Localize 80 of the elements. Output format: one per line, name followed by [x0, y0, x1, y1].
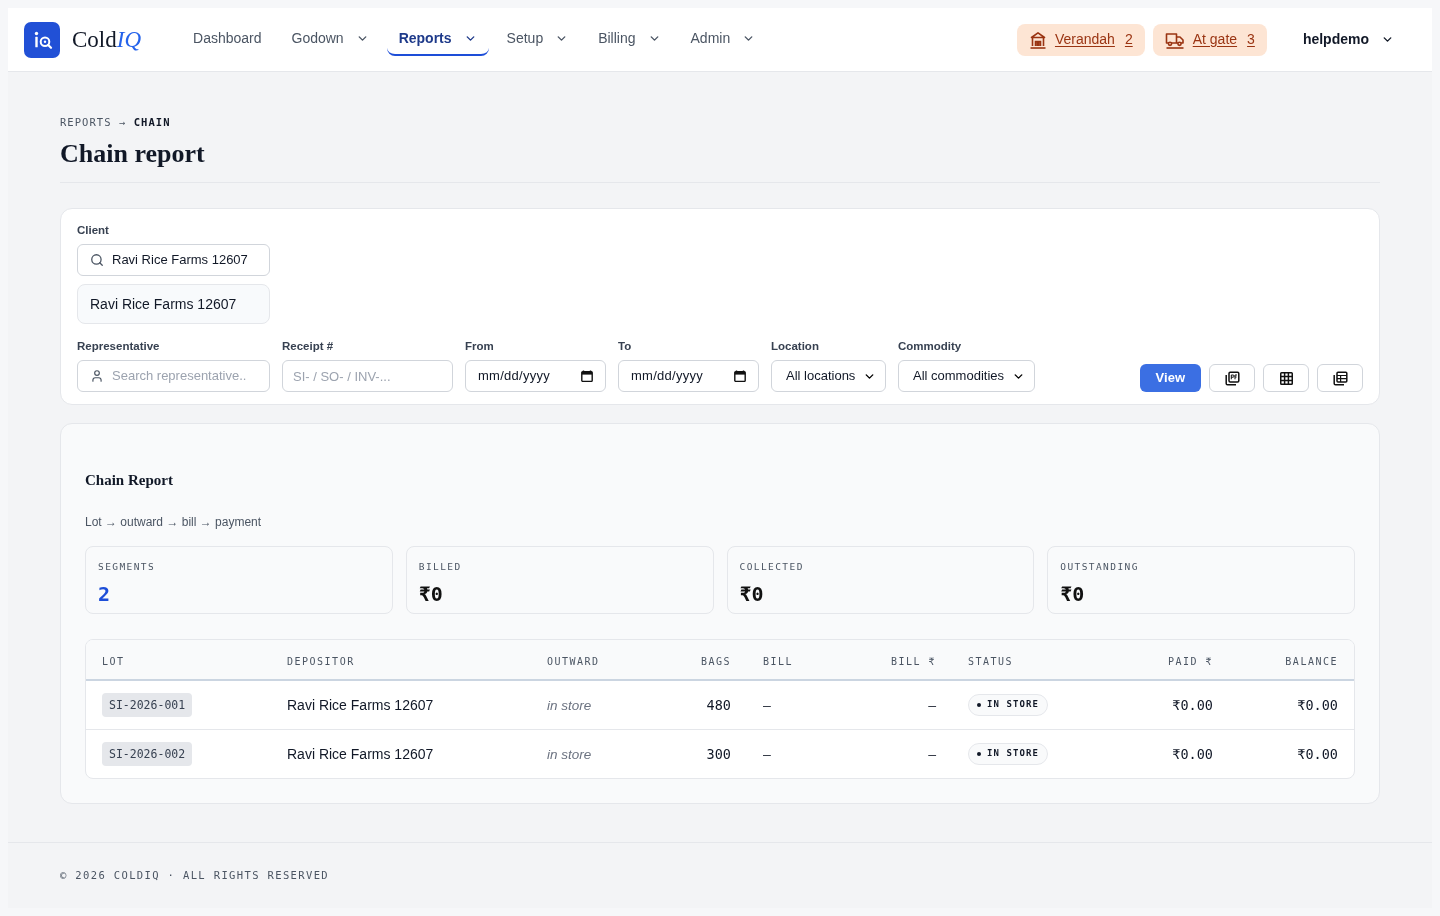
document-stack-icon: [1224, 370, 1240, 386]
user-menu-button[interactable]: helpdemo: [1294, 23, 1402, 56]
column-header: LOT: [102, 655, 125, 667]
table-cell: in store: [547, 746, 592, 762]
table-cell: 480: [706, 696, 731, 713]
footer-text: © 2026 COLDIQ · ALL RIGHTS RESERVED: [60, 867, 330, 883]
date-field[interactable]: mm/dd/yyyy: [465, 360, 606, 392]
logo-icon: [24, 21, 60, 58]
field-label: To: [618, 339, 632, 354]
stat-label: SEGMENTS: [98, 561, 156, 573]
calendar-icon: [734, 370, 746, 382]
client-option[interactable]: Ravi Rice Farms 12607: [77, 284, 270, 324]
status-dot-icon: [977, 751, 981, 756]
search-icon: [90, 253, 104, 267]
column-header: DEPOSITOR: [287, 655, 355, 667]
column-header: PAID ₹: [1167, 655, 1213, 667]
field-label: Receipt #: [282, 339, 334, 354]
column-header: BAGS: [700, 655, 731, 667]
select-field[interactable]: All commodities: [898, 360, 1035, 392]
table-cell: ₹0.00: [1297, 696, 1338, 713]
receipt-field[interactable]: SI- / SO- / INV-...: [282, 360, 453, 392]
stat-label: BILLED: [418, 561, 462, 573]
nav-tab[interactable]: Billing: [586, 23, 673, 56]
stat-value: 2: [98, 582, 111, 606]
field-label: Client: [77, 223, 109, 238]
nav-tab[interactable]: Godown: [279, 23, 381, 56]
view-button[interactable]: View: [1139, 364, 1201, 392]
report-subtitle: Lot → outward → bill → payment: [85, 514, 262, 530]
table-cell: Ravi Rice Farms 12607: [287, 696, 434, 713]
table-cell: —: [928, 746, 936, 762]
warehouse-icon: [1028, 30, 1047, 49]
date-field[interactable]: mm/dd/yyyy: [618, 360, 759, 392]
status-pill: IN STORE: [968, 693, 1048, 716]
client-search-field[interactable]: Ravi Rice Farms 12607: [77, 244, 270, 276]
stat-label: COLLECTED: [739, 561, 804, 573]
select-field[interactable]: All locations: [771, 360, 886, 392]
breadcrumb: REPORTS → CHAIN: [60, 115, 171, 130]
report-title: Chain Report: [85, 471, 173, 490]
field-label: Representative: [77, 339, 160, 354]
nav-tab[interactable]: Setup: [494, 23, 581, 56]
column-header: BILL: [763, 655, 794, 667]
column-header: OUTWARD: [547, 655, 600, 667]
grid-icon: [1279, 371, 1293, 385]
status-pill: IN STORE: [968, 742, 1048, 765]
table-cell: —: [763, 697, 771, 713]
lot-tag: SI-2026-001: [102, 693, 193, 718]
table-cell: Ravi Rice Farms 12607: [287, 745, 434, 762]
truck-icon: [1164, 30, 1185, 49]
stat-value: ₹0: [1060, 582, 1085, 606]
nav-tab[interactable]: Reports: [386, 23, 489, 56]
table-cell: 300: [706, 745, 731, 762]
page-title: Chain report: [60, 138, 205, 170]
export-button[interactable]: [1209, 364, 1255, 392]
export-button[interactable]: [1317, 364, 1363, 392]
column-header: BILL ₹: [890, 655, 936, 667]
stat-value: ₹0: [418, 582, 443, 606]
queue-link[interactable]: At gate 3: [1152, 23, 1267, 56]
table-cell: —: [763, 746, 771, 762]
table-stack-icon: [1332, 370, 1348, 386]
person-icon: [90, 369, 104, 383]
lot-tag: SI-2026-002: [102, 742, 193, 767]
status-dot-icon: [977, 702, 981, 707]
nav-tab[interactable]: Admin: [678, 23, 768, 56]
column-header: BALANCE: [1285, 655, 1338, 667]
table-cell: ₹0.00: [1297, 745, 1338, 762]
table-cell: in store: [547, 697, 592, 713]
field-label: From: [465, 339, 494, 354]
queue-link[interactable]: Verandah 2: [1016, 23, 1145, 56]
table-cell: ₹0.00: [1172, 745, 1213, 762]
column-header: STATUS: [968, 655, 1014, 667]
calendar-icon: [581, 370, 593, 382]
stat-value: ₹0: [739, 582, 764, 606]
table-cell: —: [928, 697, 936, 713]
table-cell: ₹0.00: [1172, 696, 1213, 713]
field-label: Location: [771, 339, 819, 354]
export-button[interactable]: [1263, 364, 1309, 392]
nav-tab[interactable]: Dashboard: [181, 23, 274, 56]
brand-name: ColdIQ: [72, 25, 141, 54]
stat-label: OUTSTANDING: [1060, 561, 1139, 573]
field-label: Commodity: [898, 339, 962, 354]
